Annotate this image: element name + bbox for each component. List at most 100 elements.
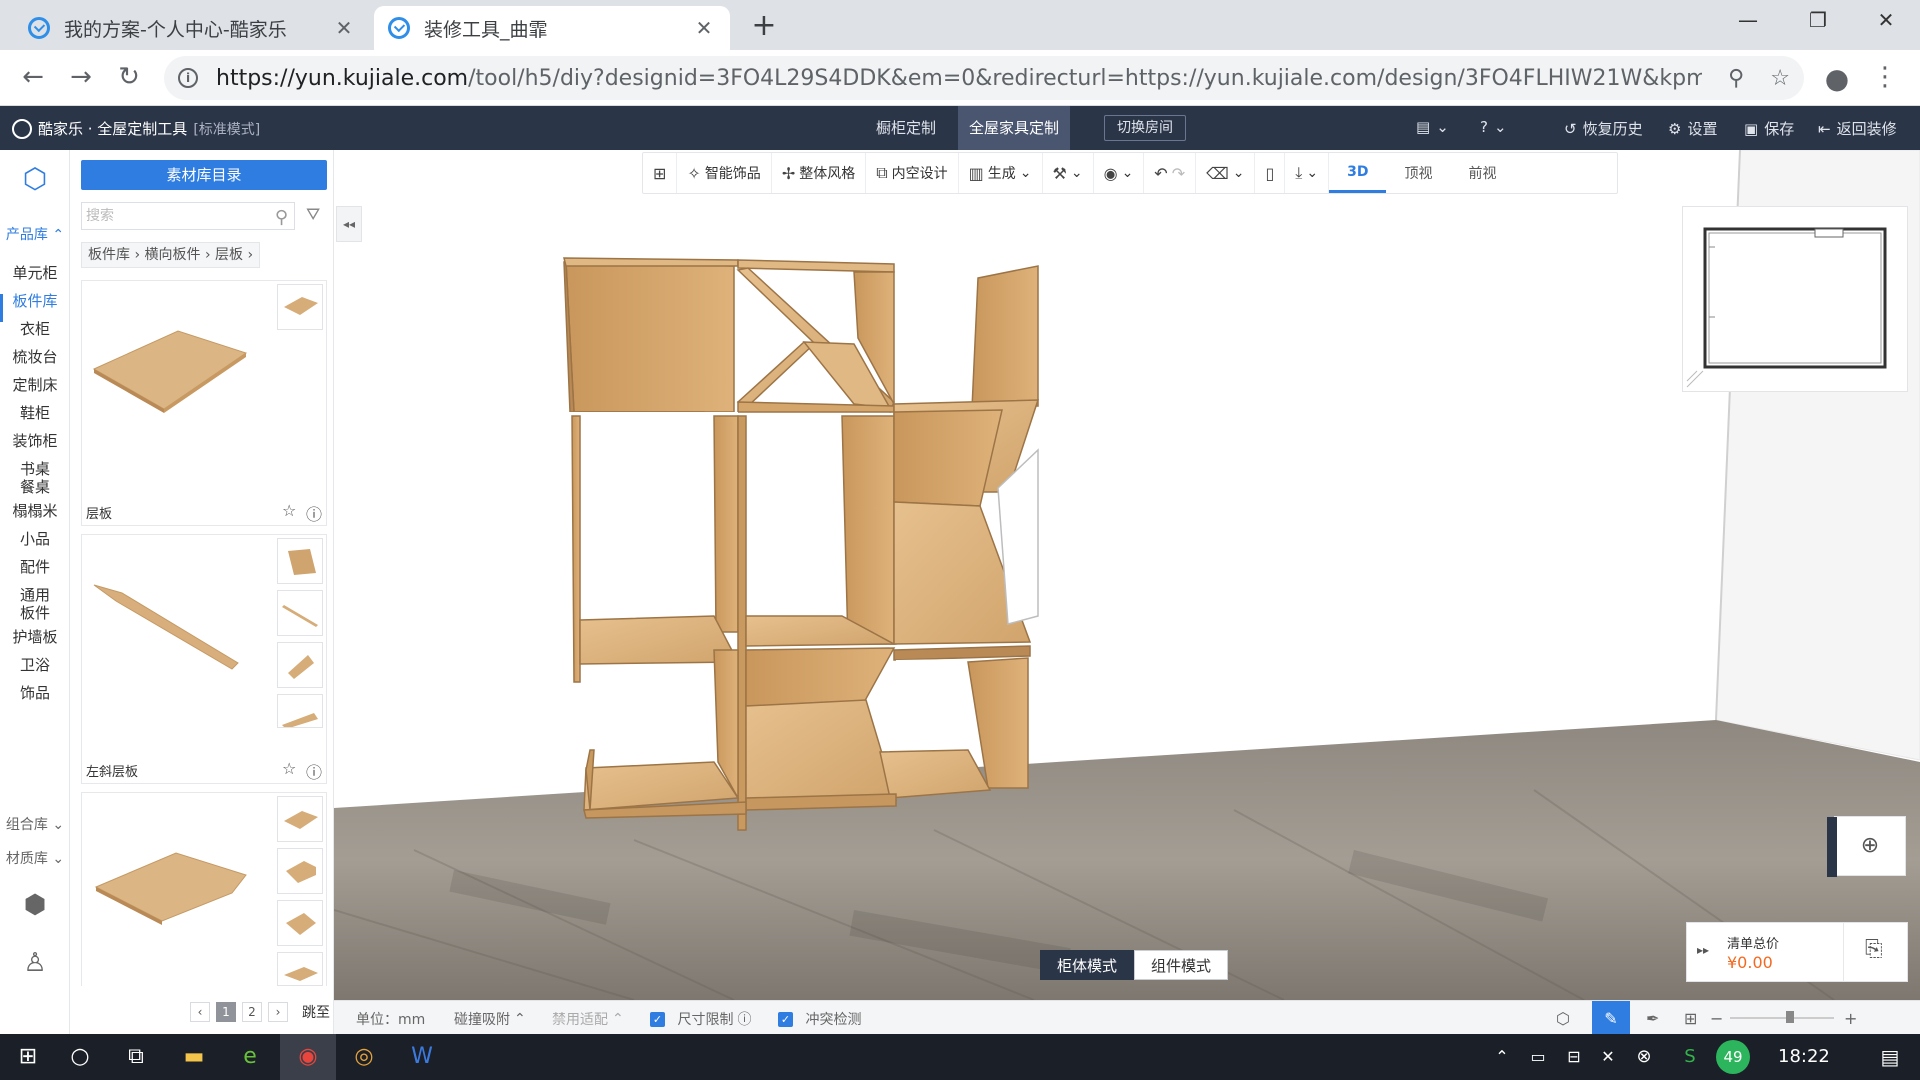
rail-item[interactable]: 板件库: [0, 292, 70, 310]
chrome-icon[interactable]: ◉: [280, 1034, 336, 1080]
menu-kebab-icon[interactable]: ⋮: [1868, 62, 1902, 92]
rail-item[interactable]: 鞋柜: [0, 404, 70, 422]
component-mode-button[interactable]: 组件模式: [1134, 950, 1229, 980]
rail-item[interactable]: 装饰柜: [0, 432, 70, 450]
notification-badge[interactable]: 49: [1716, 1040, 1750, 1074]
visibility-dropdown[interactable]: ◉ ⌄: [1094, 153, 1145, 193]
layout-button[interactable]: ⊞: [643, 153, 678, 193]
rail-item[interactable]: 榻榻米: [0, 502, 70, 520]
product-library-toggle[interactable]: 产品库 ⌃: [0, 226, 70, 244]
rail-item[interactable]: 饰品: [0, 684, 70, 702]
product-card[interactable]: 层板 ☆ ⓘ: [81, 280, 327, 526]
bookmark-star-icon[interactable]: ☆: [1770, 66, 1790, 91]
product-card[interactable]: [81, 792, 327, 986]
zoom-slider[interactable]: [1730, 1017, 1834, 1019]
variant-thumbnail[interactable]: [277, 796, 323, 842]
size-limit-checkbox[interactable]: ✓ 尺寸限制 ⓘ: [650, 1009, 751, 1029]
next-page-icon[interactable]: ›: [268, 1002, 288, 1022]
file-explorer-icon[interactable]: ▬: [166, 1034, 222, 1080]
info-icon[interactable]: ⓘ: [306, 759, 322, 783]
price-summary[interactable]: ▸▸ 清单总价 ¥0.00 ⎘: [1686, 922, 1908, 982]
fit-icon[interactable]: ⊞: [1684, 1009, 1697, 1028]
settings-button[interactable]: ⚙ 设置: [1668, 118, 1717, 139]
pen-icon[interactable]: ✒: [1646, 1009, 1659, 1028]
clock[interactable]: 18:22: [1778, 1046, 1830, 1067]
zoom-out-icon[interactable]: −: [1710, 1009, 1723, 1028]
export-dropdown[interactable]: ⤓ ⌄: [1285, 153, 1330, 193]
search-input[interactable]: 搜索 ⚲: [81, 202, 295, 230]
combo-library-toggle[interactable]: 组合库 ⌄: [0, 816, 70, 834]
jump-to-label[interactable]: 跳至: [302, 1002, 330, 1022]
rail-item[interactable]: 梳妆台: [0, 348, 70, 366]
breadcrumb[interactable]: 板件库 › 横向板件 › 层板 ›: [81, 242, 261, 268]
brush-icon[interactable]: ✎: [1592, 1001, 1630, 1035]
restore-button[interactable]: ❐: [1798, 8, 1838, 32]
zoom-slider-handle[interactable]: [1786, 1011, 1794, 1023]
back-to-decor-button[interactable]: ⇤ 返回装修: [1818, 118, 1897, 139]
reload-icon[interactable]: ↻: [112, 62, 146, 92]
rail-item[interactable]: 通用 板件: [0, 586, 70, 622]
app-icon[interactable]: ◎: [336, 1034, 392, 1080]
rail-item[interactable]: 小品: [0, 530, 70, 548]
undo-redo[interactable]: ↶ ↷: [1144, 153, 1197, 193]
clipboard-button[interactable]: ▯: [1255, 153, 1286, 193]
zoom-in-icon[interactable]: +: [1844, 1009, 1857, 1028]
product-card[interactable]: 左斜层板 ☆ ⓘ: [81, 534, 327, 784]
tab-cabinet[interactable]: 橱柜定制: [854, 106, 958, 150]
switch-room-button[interactable]: 切换房间: [1104, 115, 1186, 141]
catalog-button[interactable]: 素材库目录: [81, 160, 327, 190]
material-library-toggle[interactable]: 材质库 ⌄: [0, 850, 70, 868]
word-icon[interactable]: W: [394, 1034, 450, 1080]
zoom-fit-button[interactable]: ⊕: [1827, 816, 1906, 877]
file-menu[interactable]: ▤ ⌄: [1416, 118, 1449, 136]
smart-decor-button[interactable]: ✧ 智能饰品: [677, 153, 772, 193]
task-view-icon[interactable]: ⧉: [108, 1034, 164, 1080]
generate-button[interactable]: ▥ 生成 ⌄: [959, 153, 1043, 193]
rail-item[interactable]: 定制床: [0, 376, 70, 394]
disable-fit-toggle[interactable]: 禁用适配 ⌃: [552, 1009, 624, 1029]
minimize-button[interactable]: —: [1728, 8, 1768, 32]
rail-item[interactable]: 配件: [0, 558, 70, 576]
profile-icon[interactable]: ●: [1820, 62, 1854, 95]
collision-checkbox[interactable]: ✓ 冲突检测: [778, 1009, 861, 1029]
tab-front-view[interactable]: 前视: [1450, 153, 1514, 193]
url-field[interactable]: i https://yun.kujiale.com/tool/h5/diy?de…: [164, 56, 1804, 100]
variant-thumbnail[interactable]: [277, 590, 323, 636]
back-icon[interactable]: ←: [16, 62, 50, 92]
favorite-star-icon[interactable]: ☆: [282, 759, 296, 778]
style-button[interactable]: ✢ 整体风格: [772, 153, 867, 193]
variant-thumbnail[interactable]: [277, 694, 323, 728]
tools-dropdown[interactable]: ⚒ ⌄: [1043, 153, 1094, 193]
cabinet-mode-button[interactable]: 柜体模式: [1040, 950, 1135, 980]
rail-item[interactable]: 单元柜: [0, 264, 70, 282]
close-window-button[interactable]: ✕: [1866, 8, 1906, 32]
tab-3d[interactable]: 3D: [1329, 153, 1387, 193]
cube-icon[interactable]: ⬡: [0, 165, 70, 193]
close-tab-icon[interactable]: ✕: [332, 16, 356, 40]
redo-icon[interactable]: ↷: [1172, 164, 1185, 183]
help-icon[interactable]: ⓘ: [737, 1009, 751, 1029]
snap-toggle[interactable]: 碰撞吸附 ⌃: [454, 1009, 526, 1029]
action-center-icon[interactable]: ▤: [1862, 1034, 1918, 1080]
bill-list-icon[interactable]: ⎘: [1865, 937, 1883, 962]
ie-icon[interactable]: e: [222, 1034, 278, 1080]
variant-thumbnail[interactable]: [277, 284, 323, 330]
zoom-icon[interactable]: ⚲: [1728, 66, 1744, 91]
variant-thumbnail[interactable]: [277, 538, 323, 584]
floor-plan-minimap[interactable]: [1682, 206, 1908, 392]
user-star-icon[interactable]: ♙: [0, 950, 70, 976]
save-button[interactable]: ▣ 保存: [1744, 118, 1794, 139]
undo-icon[interactable]: ↶: [1154, 164, 1167, 183]
favorite-star-icon[interactable]: ☆: [282, 501, 296, 520]
variant-thumbnail[interactable]: [277, 900, 323, 946]
enterprise-icon[interactable]: ⬢: [0, 892, 70, 918]
rail-item[interactable]: 书桌 餐桌: [0, 460, 70, 496]
history-button[interactable]: ↺ 恢复历史: [1564, 118, 1643, 139]
interior-design-button[interactable]: ⧉ 内空设计: [866, 153, 959, 193]
site-info-icon[interactable]: i: [178, 68, 198, 88]
variant-thumbnail[interactable]: [277, 642, 323, 688]
rail-item[interactable]: 卫浴: [0, 656, 70, 674]
close-tab-icon[interactable]: ✕: [692, 16, 716, 40]
variant-thumbnail[interactable]: [277, 952, 323, 986]
forward-icon[interactable]: →: [64, 62, 98, 92]
